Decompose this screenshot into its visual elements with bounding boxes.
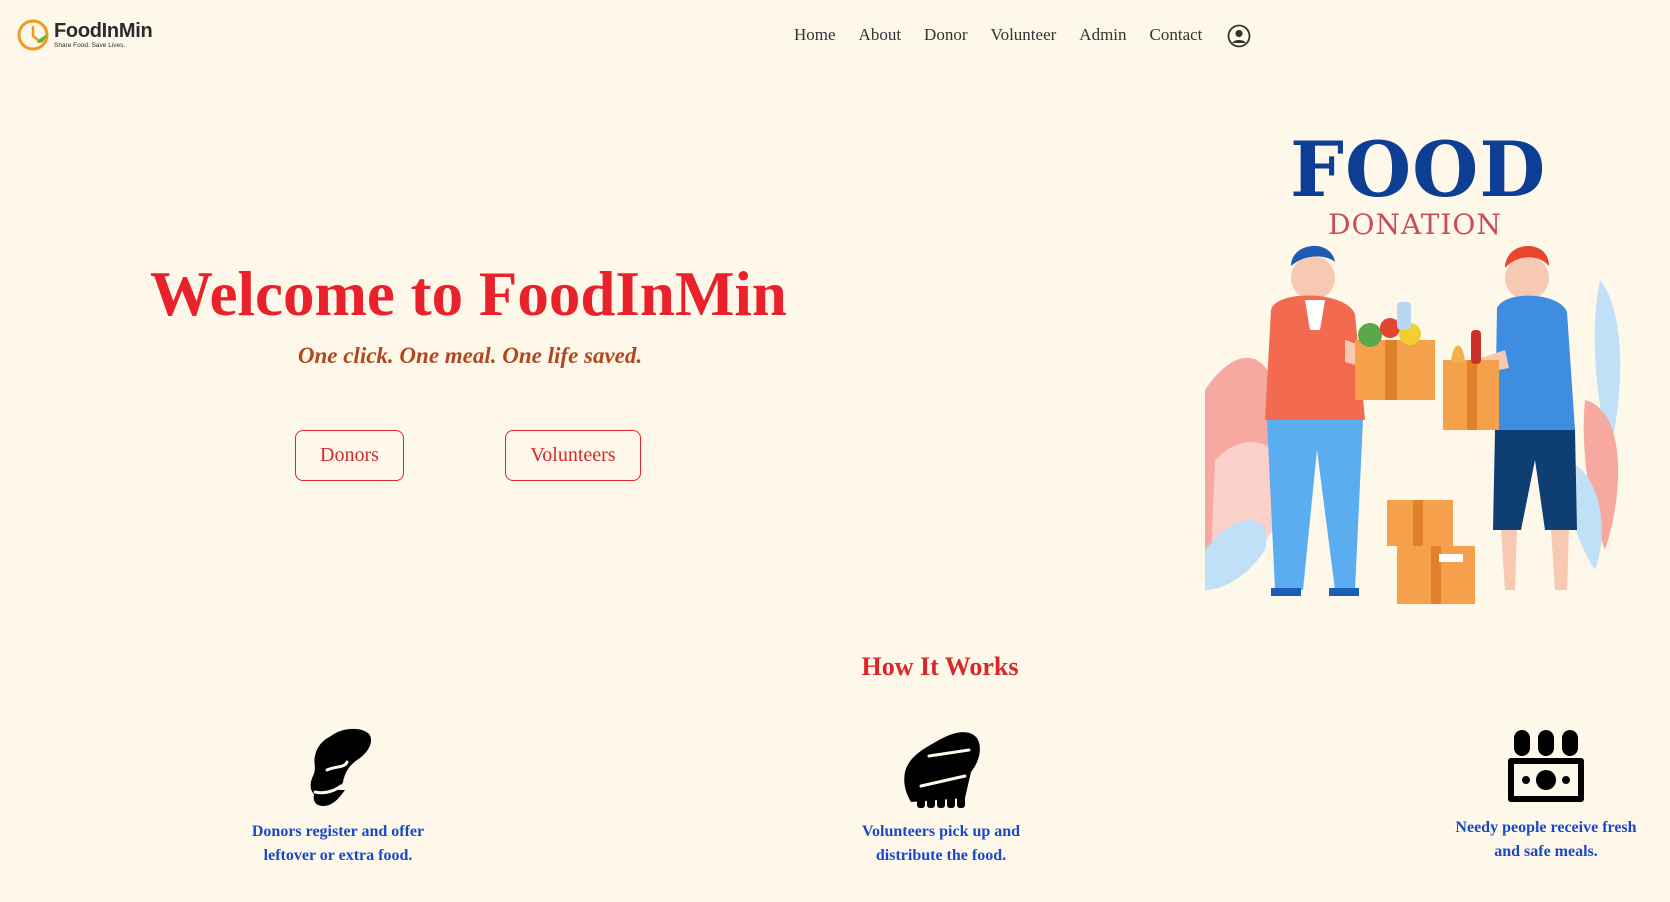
step-donors-text-line1: Donors register and offer — [251, 823, 425, 840]
step-volunteers-text-line1: Volunteers pick up and — [861, 823, 1021, 840]
step-donors-text-line2: leftover or extra food. — [263, 847, 413, 864]
main-nav: Home About Donor Volunteer Admin Contact — [794, 22, 1251, 48]
brand-tagline: Share Food. Save Lives. — [54, 41, 126, 49]
step-needy-text-line2: and safe meals. — [1494, 843, 1598, 860]
heart-hand-icon — [310, 728, 372, 806]
helping-hands-icon — [904, 732, 980, 808]
nav-admin[interactable]: Admin — [1079, 25, 1126, 45]
step-donors: Donors register and offer leftover or ex… — [243, 726, 433, 868]
food-donation-illustration — [1205, 245, 1621, 604]
brand-logo[interactable]: FoodInMin Share Food. Save Lives. — [16, 18, 153, 52]
brand-name: FoodInMin — [54, 19, 153, 42]
clock-leaf-logo-icon — [16, 18, 50, 52]
step-volunteers: Volunteers pick up and distribute the fo… — [846, 726, 1036, 868]
nav-contact[interactable]: Contact — [1150, 25, 1203, 45]
volunteers-button[interactable]: Volunteers — [505, 430, 641, 481]
step-needy: Needy people receive fresh and safe meal… — [1451, 726, 1641, 864]
nav-donor[interactable]: Donor — [924, 25, 967, 45]
step-needy-text-line1: Needy people receive fresh — [1455, 819, 1637, 836]
nav-about[interactable]: About — [859, 25, 902, 45]
hero-tagline: One click. One meal. One life saved. — [297, 343, 643, 368]
nav-home[interactable]: Home — [794, 25, 836, 45]
hero-title: Welcome to FoodInMin — [150, 259, 787, 329]
user-circle-icon[interactable] — [1227, 24, 1251, 48]
donors-button[interactable]: Donors — [295, 430, 404, 481]
people-money-icon — [1508, 730, 1584, 802]
step-volunteers-text-line2: distribute the food. — [875, 847, 1007, 864]
how-it-works-title: How It Works — [861, 652, 1019, 681]
nav-volunteer[interactable]: Volunteer — [991, 25, 1057, 45]
